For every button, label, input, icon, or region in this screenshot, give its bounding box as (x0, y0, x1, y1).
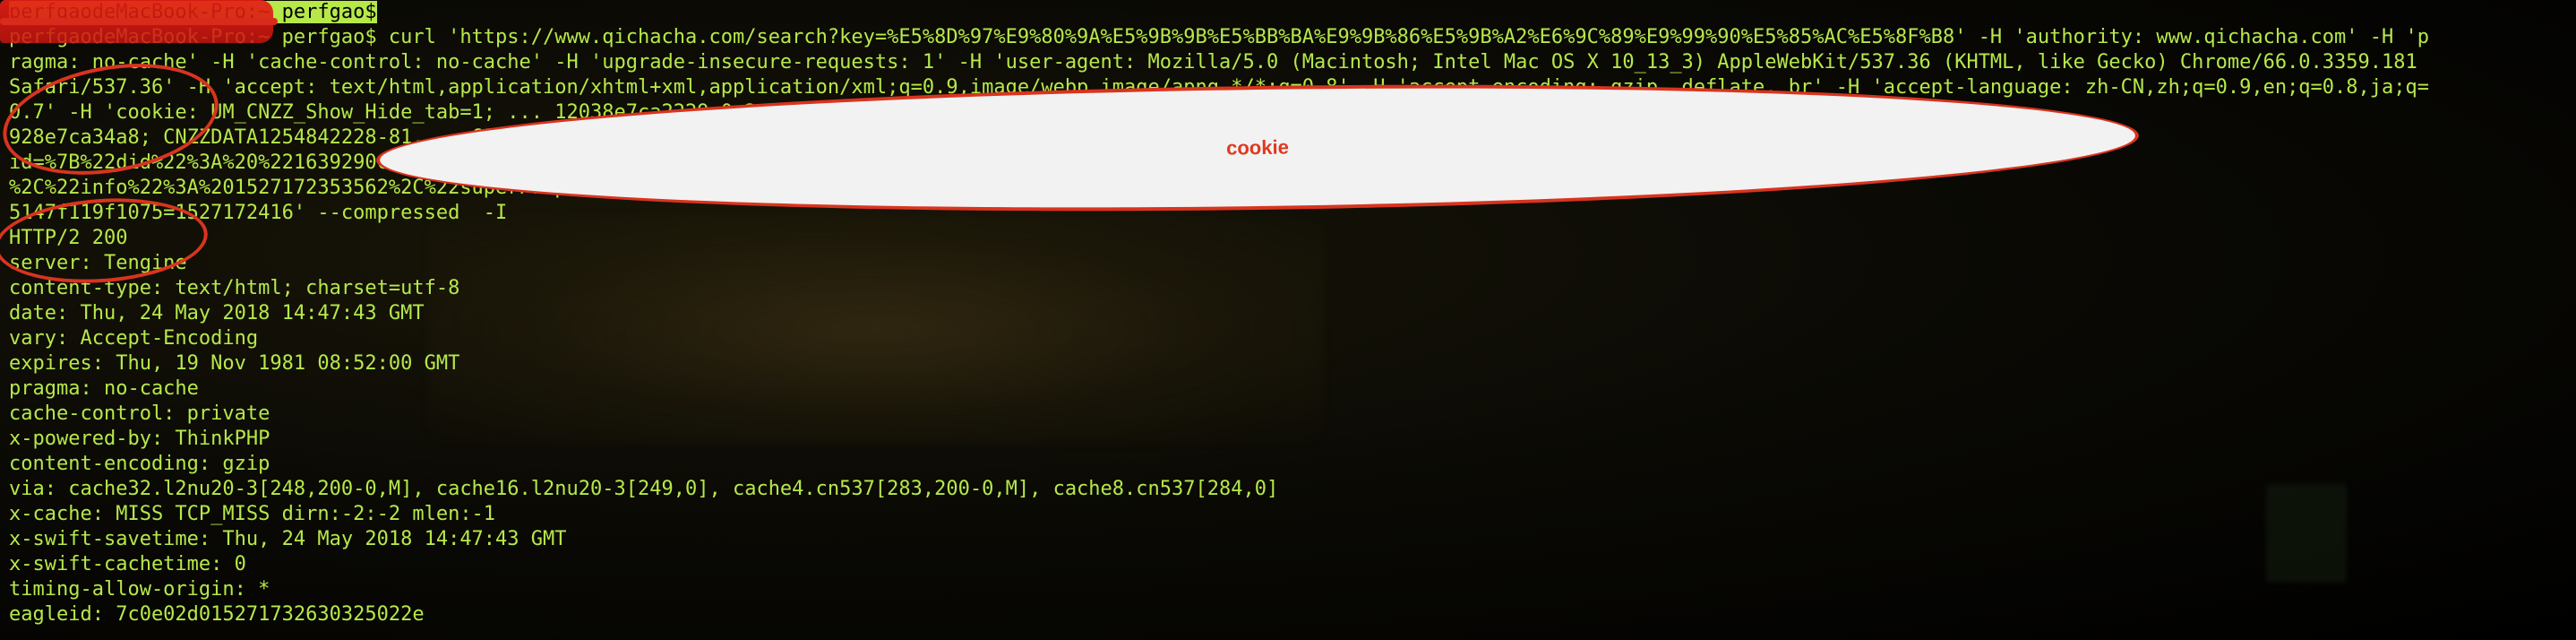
terminal-line: content-encoding: gzip (9, 453, 270, 475)
terminal-line: eagleid: 7c0e02d015271732630325022e (9, 603, 425, 626)
terminal-line: server: Tengine (9, 252, 187, 274)
terminal-line: x-cache: MISS TCP_MISS dirn:-2:-2 mlen:-… (9, 503, 496, 525)
terminal-line: x-swift-cachetime: 0 (9, 553, 246, 575)
terminal-line: cache-control: private (9, 402, 270, 425)
terminal-line: timing-allow-origin: * (9, 578, 270, 601)
terminal-line: ragma: no-cache' -H 'cache-control: no-c… (9, 51, 2417, 74)
terminal-line: expires: Thu, 19 Nov 1981 08:52:00 GMT (9, 352, 460, 375)
terminal-line: via: cache32.l2nu20-3[248,200-0,M], cach… (9, 478, 1279, 500)
terminal-line: x-swift-savetime: Thu, 24 May 2018 14:47… (9, 528, 567, 550)
terminal-line: HTTP/2 200 (9, 227, 128, 249)
cookie-callout-label: cookie (1225, 135, 1290, 160)
terminal-line: x-powered-by: ThinkPHP (9, 428, 270, 450)
terminal-line: vary: Accept-Encoding (9, 327, 259, 350)
terminal-line: content-type: text/html; charset=utf-8 (9, 277, 460, 299)
terminal-line: perfgaodeMacBook-Pro:~ perfgao$ curl 'ht… (9, 26, 2430, 48)
terminal-line: perfgaodeMacBook-Pro:~ perfgao$ (9, 0, 2571, 25)
terminal-line: pragma: no-cache (9, 377, 199, 400)
terminal-window[interactable]: perfgaodeMacBook-Pro:~ perfgao$ perfgaod… (0, 0, 2576, 640)
terminal-line: date: Thu, 24 May 2018 14:47:43 GMT (9, 302, 425, 324)
redaction-stroke (0, 18, 278, 25)
